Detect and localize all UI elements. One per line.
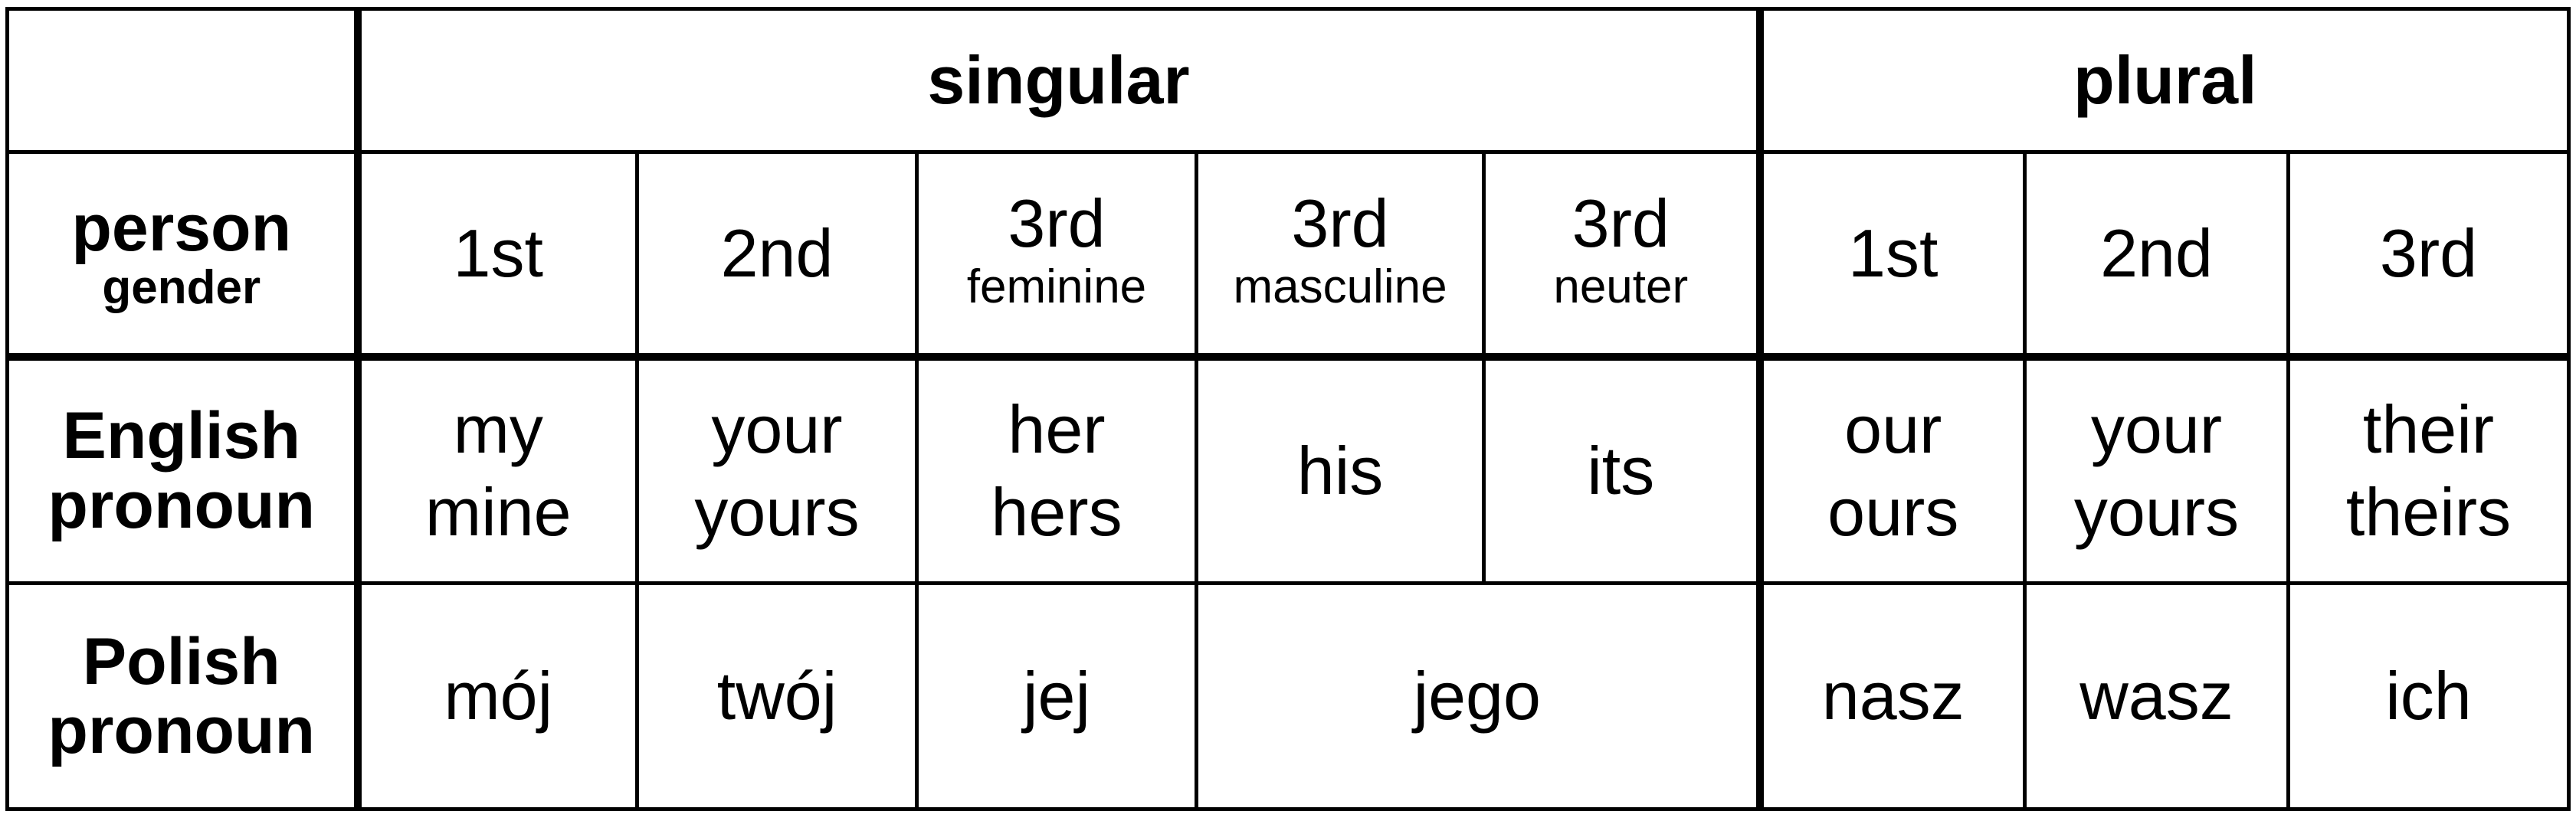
col-singular-3rd-masculine: 3rd masculine — [1195, 150, 1486, 361]
pronoun-value: jego — [1413, 657, 1541, 734]
number-header-row: singular plural — [5, 7, 2571, 154]
person-label: person — [71, 191, 292, 266]
polish-cell: ich — [2286, 581, 2571, 811]
gender-value: neuter — [1553, 260, 1689, 313]
person-value: 3rd — [1571, 185, 1670, 261]
polish-cell: mój — [353, 581, 639, 811]
polish-pronoun-row: Polish pronoun mój twój jej jego nasz wa… — [5, 581, 2571, 811]
pronoun-value: twój — [716, 657, 837, 734]
corner-cell — [5, 7, 359, 154]
person-value: 3rd — [1008, 185, 1106, 261]
col-singular-1st: 1st — [353, 150, 639, 361]
gender-value: masculine — [1233, 260, 1447, 313]
col-singular-2nd: 2nd — [635, 150, 919, 361]
pronoun-line: their — [2362, 391, 2495, 467]
person-value: 3rd — [2379, 214, 2478, 291]
pronoun-value: jej — [1022, 657, 1091, 734]
english-cell: her hers — [915, 355, 1198, 585]
col-plural-3rd: 3rd — [2286, 150, 2571, 361]
plural-header: plural — [1755, 7, 2571, 154]
pronoun-line: your — [711, 391, 843, 467]
pronoun-line: theirs — [2345, 473, 2512, 550]
person-value: 2nd — [720, 214, 834, 291]
english-cell: his — [1195, 355, 1486, 585]
col-plural-1st: 1st — [1755, 150, 2027, 361]
gender-value: feminine — [966, 260, 1147, 313]
person-value: 2nd — [2100, 214, 2213, 291]
person-gender-label: person gender — [5, 150, 359, 361]
pronoun-value: nasz — [1821, 657, 1965, 734]
pronoun-line: ours — [1827, 473, 1959, 550]
pronoun-line: hers — [991, 473, 1122, 550]
pronoun-line: my — [453, 391, 543, 467]
possessive-pronoun-table: singular plural person gender 1st 2nd 3r… — [5, 7, 2571, 811]
polish-pronoun-label: Polish pronoun — [5, 581, 359, 811]
pronoun-line: your — [2090, 391, 2223, 467]
polish-cell: nasz — [1755, 581, 2027, 811]
english-cell: their theirs — [2286, 355, 2571, 585]
pronoun-line: yours — [2073, 473, 2240, 550]
english-pronoun-label: English pronoun — [5, 355, 359, 585]
pronoun-value: mój — [444, 657, 553, 734]
person-value: 1st — [453, 214, 543, 291]
polish-cell: twój — [635, 581, 919, 811]
pronoun-value: ich — [2385, 657, 2472, 734]
label-line: pronoun — [48, 694, 316, 767]
person-value: 1st — [1848, 214, 1939, 291]
col-singular-3rd-feminine: 3rd feminine — [915, 150, 1198, 361]
pronoun-value: wasz — [2079, 657, 2234, 734]
col-plural-2nd: 2nd — [2023, 150, 2290, 361]
english-cell: your yours — [2023, 355, 2290, 585]
singular-header: singular — [353, 7, 1762, 154]
english-cell: our ours — [1755, 355, 2027, 585]
english-cell: its — [1482, 355, 1762, 585]
person-gender-row: person gender 1st 2nd 3rd feminine 3rd m… — [5, 150, 2571, 361]
label-line: English — [62, 399, 301, 473]
pronoun-line: his — [1296, 432, 1384, 509]
english-cell: my mine — [353, 355, 639, 585]
gender-label: gender — [102, 261, 261, 315]
english-pronoun-row: English pronoun my mine your yours her h… — [5, 355, 2571, 585]
pronoun-line: its — [1587, 432, 1655, 509]
label-line: pronoun — [48, 468, 316, 542]
person-value: 3rd — [1291, 185, 1389, 261]
pronoun-line: yours — [694, 473, 860, 550]
pronoun-line: her — [1008, 391, 1106, 467]
col-singular-3rd-neuter: 3rd neuter — [1482, 150, 1762, 361]
polish-cell: wasz — [2023, 581, 2290, 811]
pronoun-line: mine — [424, 473, 572, 550]
english-cell: your yours — [635, 355, 919, 585]
label-line: Polish — [82, 624, 280, 698]
pronoun-line: our — [1844, 391, 1942, 467]
polish-cell-merged: jego — [1195, 581, 1762, 811]
polish-cell: jej — [915, 581, 1198, 811]
